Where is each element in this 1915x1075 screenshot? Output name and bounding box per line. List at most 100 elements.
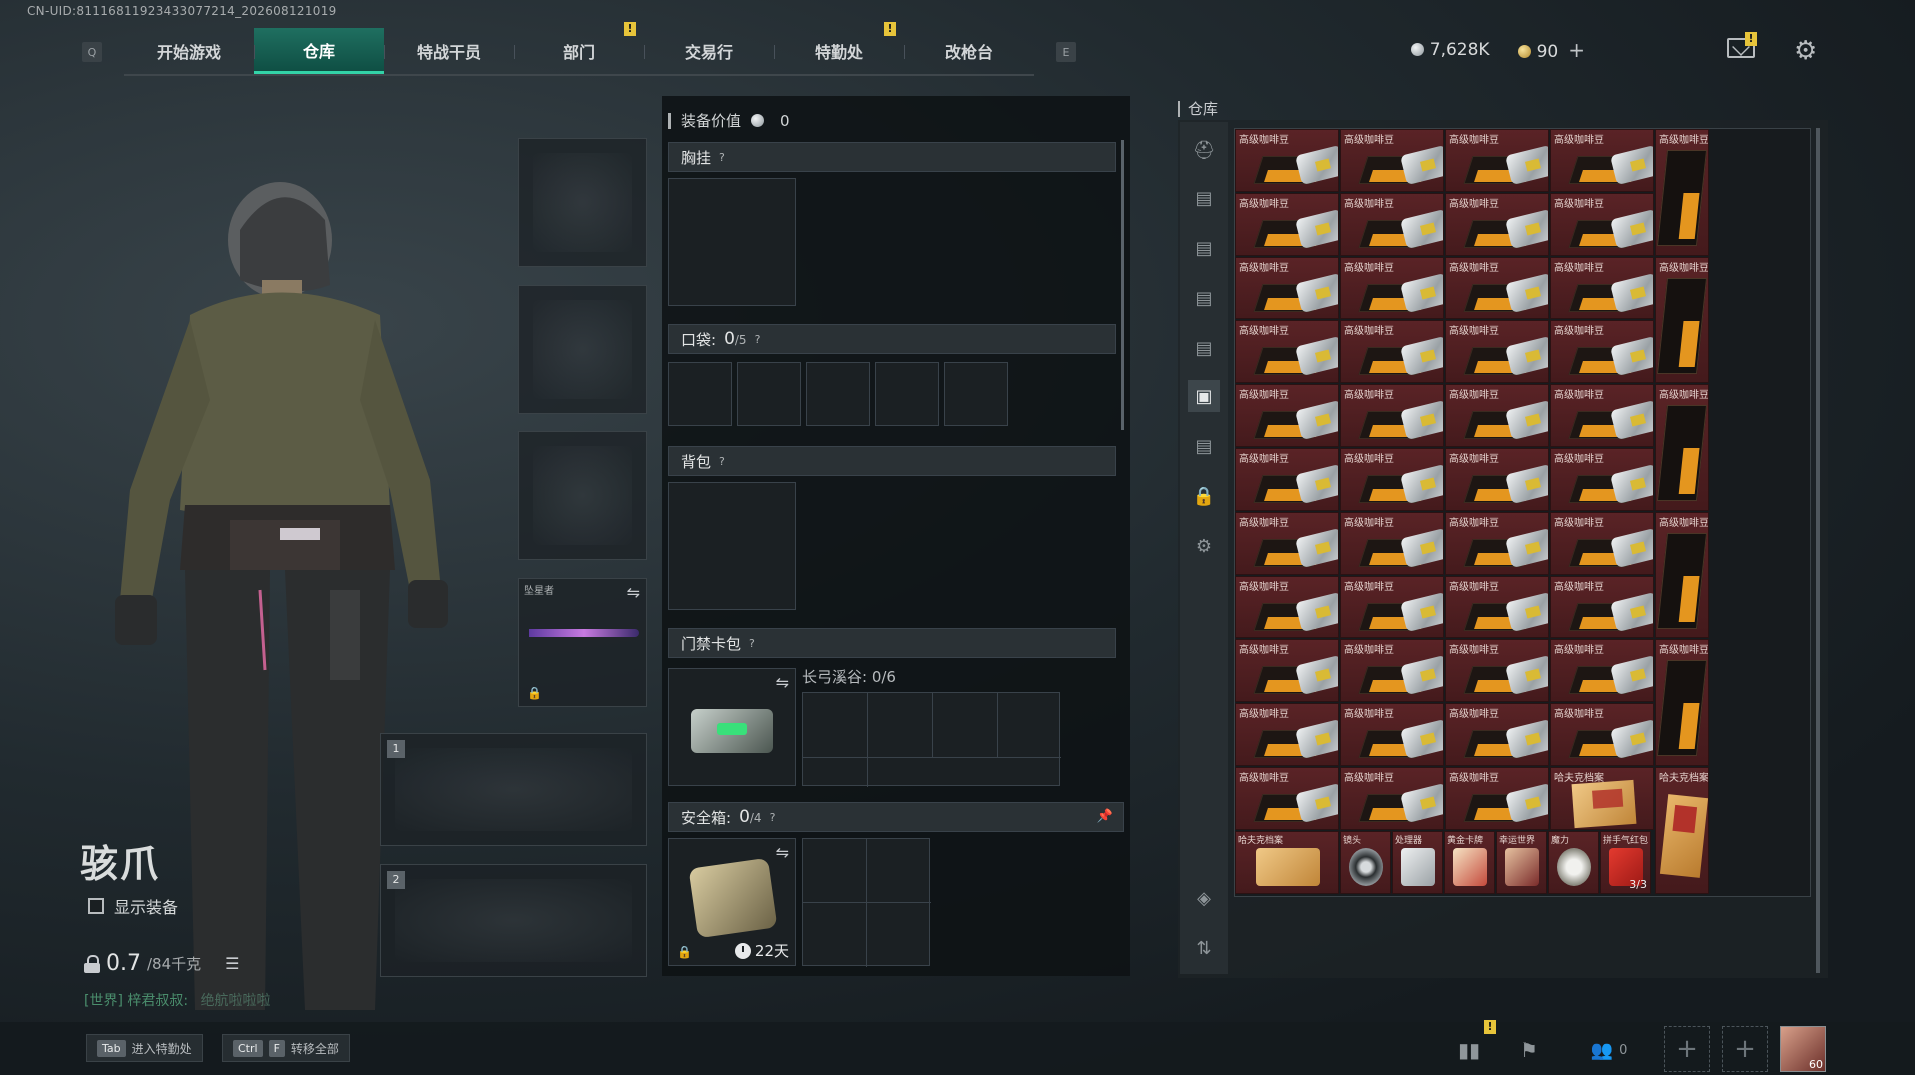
coffee-beans-item[interactable]: 高级咖啡豆	[1340, 703, 1444, 766]
warehouse-item-poster[interactable]: 幸运世界	[1496, 830, 1547, 894]
coffee-beans-item[interactable]: 高级咖啡豆	[1340, 639, 1444, 703]
transfer-all-hotkey[interactable]: Ctrl F 转移全部	[222, 1034, 350, 1062]
pocket-slot[interactable]	[806, 362, 870, 426]
safe-box-slot[interactable]: ⇋ 🔒 22天	[668, 838, 796, 966]
pocket-slot[interactable]	[737, 362, 801, 426]
coffee-beans-item[interactable]: 高级咖啡豆	[1235, 575, 1339, 639]
coffee-beans-item[interactable]: 高级咖啡豆	[1550, 129, 1654, 192]
storage-tab-5-icon[interactable]: ▤	[1188, 430, 1220, 462]
pistol-slot[interactable]	[518, 431, 647, 560]
storage-tab-3-icon[interactable]: ▤	[1188, 282, 1220, 314]
swap-icon[interactable]: ⇋	[776, 843, 789, 862]
storage-tab-active-icon[interactable]: ▣	[1188, 380, 1220, 412]
coffee-beans-item[interactable]: 高级咖啡豆	[1445, 575, 1549, 639]
coffee-beans-item[interactable]: 高级咖啡豆	[1445, 767, 1549, 830]
invite-slot-button[interactable]: +	[1722, 1026, 1768, 1072]
coffee-beans-item[interactable]: 高级咖啡豆	[1340, 256, 1444, 320]
coffee-beans-item[interactable]: 高级咖啡豆	[1550, 639, 1654, 703]
nav-prev-key[interactable]: Q	[82, 42, 102, 62]
tab-3[interactable]: 部门!	[514, 22, 644, 74]
help-icon[interactable]: ?	[755, 333, 761, 346]
warehouse-item-card[interactable]: 黄金卡牌	[1444, 830, 1495, 894]
warehouse-item-file-wide[interactable]: 哈夫克档案	[1235, 830, 1339, 894]
coffee-beans-item[interactable]: 高级咖啡豆	[1340, 511, 1444, 575]
tab-4[interactable]: 交易行	[644, 28, 774, 74]
equipment-scrollbar[interactable]	[1121, 140, 1124, 430]
coffee-beans-item[interactable]: 高级咖啡豆	[1550, 575, 1654, 639]
warehouse-item-redpack[interactable]: 拼手气红包 3/3	[1600, 830, 1651, 894]
coffee-beans-item[interactable]: 高级咖啡豆	[1235, 129, 1339, 192]
helmet-slot[interactable]	[518, 138, 647, 267]
coffee-beans-item[interactable]: 高级咖啡豆	[1550, 511, 1654, 575]
sort-icon[interactable]: ⇅	[1188, 932, 1220, 964]
coffee-beans-item[interactable]: 高级咖啡豆	[1445, 639, 1549, 703]
coffee-beans-pouch-item[interactable]: 高级咖啡豆	[1655, 256, 1709, 384]
warehouse-settings-icon[interactable]: ⚙	[1188, 530, 1220, 562]
weight-list-icon[interactable]: ☰	[225, 954, 239, 973]
tab-2[interactable]: 特战干员	[384, 28, 514, 74]
coffee-beans-item[interactable]: 高级咖啡豆	[1235, 639, 1339, 703]
coffee-beans-item[interactable]: 高级咖啡豆	[1235, 192, 1339, 256]
invite-slot-button[interactable]: +	[1664, 1026, 1710, 1072]
player-avatar[interactable]: 60	[1780, 1026, 1826, 1072]
coffee-beans-item[interactable]: 高级咖啡豆	[1550, 448, 1654, 511]
world-chat-line[interactable]: [世界] 梓君叔叔: 绝航啦啦啦	[84, 990, 271, 1010]
coffee-beans-item[interactable]: 高级咖啡豆	[1340, 575, 1444, 639]
coffee-beans-item[interactable]: 高级咖啡豆	[1340, 767, 1444, 830]
coffee-beans-item[interactable]: 高级咖啡豆	[1445, 511, 1549, 575]
melee-slot[interactable]: 坠星者 ⇋ 🔒	[518, 578, 647, 707]
swap-icon[interactable]: ⇋	[627, 583, 640, 602]
swap-icon[interactable]: ⇋	[776, 673, 789, 692]
storage-tab-1-icon[interactable]: ▤	[1188, 182, 1220, 214]
show-equipment-checkbox[interactable]	[88, 898, 104, 914]
coffee-beans-pouch-item[interactable]: 高级咖啡豆	[1655, 639, 1709, 766]
show-equipment-toggle[interactable]: 显示装备	[88, 894, 178, 918]
armor-slot[interactable]	[518, 285, 647, 414]
coffee-beans-item[interactable]: 高级咖啡豆	[1445, 129, 1549, 192]
coffee-beans-item[interactable]: 高级咖啡豆	[1445, 384, 1549, 447]
safe-box-grid[interactable]	[802, 838, 931, 967]
flag-icon[interactable]: ⚑	[1512, 1034, 1546, 1066]
help-icon[interactable]: ?	[719, 455, 725, 468]
coffee-beans-item[interactable]: 高级咖啡豆	[1550, 320, 1654, 384]
coffee-beans-item[interactable]: 高级咖啡豆	[1340, 448, 1444, 511]
tab-5[interactable]: 特勤处!	[774, 22, 904, 74]
help-icon[interactable]: ?	[770, 811, 776, 824]
coffee-beans-pouch-item[interactable]: 高级咖啡豆	[1655, 129, 1709, 256]
coffee-beans-item[interactable]: 高级咖啡豆	[1235, 511, 1339, 575]
layers-icon[interactable]: ◈	[1188, 882, 1220, 914]
nav-next-key[interactable]: E	[1056, 42, 1076, 62]
coffee-beans-item[interactable]: 高级咖啡豆	[1235, 767, 1339, 830]
gold-currency[interactable]: 90 +	[1517, 38, 1585, 62]
coffee-beans-item[interactable]: 高级咖啡豆	[1445, 256, 1549, 320]
coffee-beans-item[interactable]: 高级咖啡豆	[1445, 448, 1549, 511]
coffee-beans-item[interactable]: 高级咖啡豆	[1235, 384, 1339, 447]
coffee-beans-item[interactable]: 高级咖啡豆	[1340, 320, 1444, 384]
tab-6[interactable]: 改枪台	[904, 28, 1034, 74]
help-icon[interactable]: ?	[719, 151, 725, 164]
coffee-beans-item[interactable]: 高级咖啡豆	[1235, 320, 1339, 384]
coffee-beans-item[interactable]: 高级咖啡豆	[1235, 448, 1339, 511]
settings-gear-icon[interactable]: ⚙	[1794, 36, 1817, 66]
coffee-beans-item[interactable]: 高级咖啡豆	[1445, 192, 1549, 256]
enter-special-ops-hotkey[interactable]: Tab 进入特勤处	[86, 1034, 203, 1062]
storage-tab-2-icon[interactable]: ▤	[1188, 232, 1220, 264]
primary-weapon-slot[interactable]: 1	[380, 733, 647, 846]
coffee-beans-item[interactable]: 高级咖啡豆	[1340, 129, 1444, 192]
friends-button[interactable]: 👥 0	[1584, 1034, 1634, 1066]
locked-tab-icon[interactable]: 🔒	[1188, 480, 1220, 512]
coffee-beans-item[interactable]: 高级咖啡豆	[1550, 256, 1654, 320]
haavk-file-tall-item[interactable]: 哈夫克档案	[1655, 767, 1709, 894]
stats-icon[interactable]: ▮▮	[1452, 1034, 1486, 1066]
pocket-slot[interactable]	[944, 362, 1008, 426]
warehouse-item-orb[interactable]: 魔力	[1548, 830, 1599, 894]
coffee-beans-item[interactable]: 高级咖啡豆	[1340, 384, 1444, 447]
backpack-slot[interactable]	[668, 482, 796, 610]
coffee-beans-item[interactable]: 高级咖啡豆	[1550, 192, 1654, 256]
storage-tab-4-icon[interactable]: ▤	[1188, 332, 1220, 364]
pin-icon[interactable]: 📌	[1097, 809, 1113, 824]
coffee-beans-item[interactable]: 高级咖啡豆	[1550, 703, 1654, 766]
haavk-file-item[interactable]: 哈夫克档案	[1550, 767, 1654, 830]
warehouse-item-device[interactable]: 处理器	[1392, 830, 1443, 894]
coffee-beans-item[interactable]: 高级咖啡豆	[1340, 192, 1444, 256]
